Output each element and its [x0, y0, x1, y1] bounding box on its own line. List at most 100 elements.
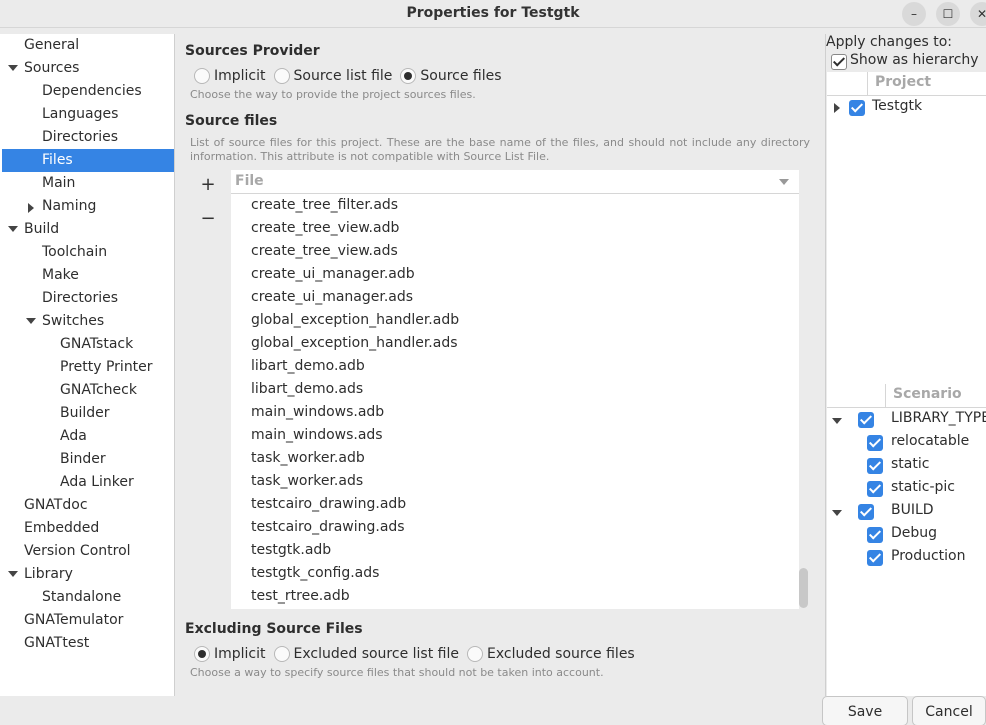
expander-down-icon[interactable]: [26, 318, 36, 324]
nav-item-gnatdoc[interactable]: GNATdoc: [2, 494, 174, 517]
radio-excl-implicit-label[interactable]: Implicit: [214, 646, 266, 662]
file-row[interactable]: main_windows.ads: [251, 424, 383, 447]
save-button[interactable]: Save: [822, 696, 908, 725]
nav-item-pretty-printer[interactable]: Pretty Printer: [2, 356, 174, 379]
file-row[interactable]: global_exception_handler.ads: [251, 332, 458, 355]
file-row[interactable]: create_ui_manager.ads: [251, 286, 413, 309]
nav-item-gnatstack[interactable]: GNATstack: [2, 333, 174, 356]
file-row[interactable]: testcairo_drawing.ads: [251, 516, 405, 539]
file-row[interactable]: task_worker.adb: [251, 447, 365, 470]
nav-item-standalone[interactable]: Standalone: [2, 586, 174, 609]
nav-item-build-directories[interactable]: Directories: [2, 287, 174, 310]
radio-excluded-list-file[interactable]: [273, 646, 290, 662]
nav-item-gnatcheck[interactable]: GNATcheck: [2, 379, 174, 402]
file-row[interactable]: testcairo_drawing.adb: [251, 493, 406, 516]
radio-implicit[interactable]: [194, 68, 210, 84]
nav-label: Ada: [60, 428, 87, 444]
file-row[interactable]: global_exception_handler.adb: [251, 309, 459, 332]
file-row[interactable]: task_worker.ads: [251, 470, 363, 493]
nav-item-version-control[interactable]: Version Control: [2, 540, 174, 563]
radio-source-files[interactable]: [400, 68, 417, 84]
file-row[interactable]: main_windows.adb: [251, 401, 384, 424]
file-row[interactable]: testgtk_config.ads: [251, 562, 379, 585]
nav-item-languages[interactable]: Languages: [2, 103, 174, 126]
nav-item-gnattest[interactable]: GNATtest: [2, 632, 174, 655]
file-row[interactable]: libart_demo.ads: [251, 378, 363, 401]
expander-right-icon[interactable]: [834, 103, 840, 113]
scenario-value-relocatable[interactable]: relocatable: [891, 433, 969, 449]
chevron-down-icon[interactable]: [779, 179, 789, 185]
expander-down-icon[interactable]: [8, 571, 18, 577]
nav-item-directories[interactable]: Directories: [2, 126, 174, 149]
radio-excl-implicit[interactable]: [194, 646, 210, 662]
scenario-value-static-pic[interactable]: static-pic: [891, 479, 955, 495]
file-row[interactable]: create_ui_manager.adb: [251, 263, 415, 286]
radio-implicit-label[interactable]: Implicit: [214, 68, 266, 84]
nav-item-files[interactable]: Files: [2, 149, 174, 172]
expander-down-icon[interactable]: [8, 226, 18, 232]
project-checkbox[interactable]: [849, 100, 865, 116]
expander-down-icon[interactable]: [8, 65, 18, 71]
scenario-var-build[interactable]: BUILD: [891, 502, 934, 518]
nav-item-main[interactable]: Main: [2, 172, 174, 195]
scenario-value-static[interactable]: static: [891, 456, 929, 472]
expander-down-icon[interactable]: [832, 510, 842, 516]
radio-source-list-file-label[interactable]: Source list file: [294, 68, 393, 84]
remove-file-button[interactable]: −: [196, 208, 220, 232]
source-files-list[interactable]: File create_tree_filter.ads create_tree_…: [231, 170, 799, 609]
file-column-header[interactable]: File: [231, 170, 799, 194]
nav-item-dependencies[interactable]: Dependencies: [2, 80, 174, 103]
file-row[interactable]: create_tree_view.adb: [251, 217, 399, 240]
scenario-checkbox[interactable]: [867, 435, 883, 451]
expander-down-icon[interactable]: [832, 418, 842, 424]
close-button[interactable]: ✕: [970, 2, 986, 26]
nav-item-toolchain[interactable]: Toolchain: [2, 241, 174, 264]
radio-excluded-list-file-label[interactable]: Excluded source list file: [294, 646, 459, 662]
scenario-checkbox[interactable]: [867, 458, 883, 474]
add-file-button[interactable]: +: [196, 174, 220, 198]
expander-right-icon[interactable]: [28, 203, 34, 213]
file-row[interactable]: test_rtree.adb: [251, 585, 350, 608]
minimize-button[interactable]: –: [902, 2, 926, 26]
nav-item-make[interactable]: Make: [2, 264, 174, 287]
nav-item-builder[interactable]: Builder: [2, 402, 174, 425]
radio-excluded-files-label[interactable]: Excluded source files: [487, 646, 635, 662]
nav-item-ada-linker[interactable]: Ada Linker: [2, 471, 174, 494]
nav-item-build[interactable]: Build: [2, 218, 174, 241]
maximize-button[interactable]: ☐: [936, 2, 960, 26]
scenario-checkbox[interactable]: [867, 527, 883, 543]
scenario-value-production[interactable]: Production: [891, 548, 965, 564]
scenario-value-debug[interactable]: Debug: [891, 525, 937, 541]
nav-item-ada[interactable]: Ada: [2, 425, 174, 448]
project-name[interactable]: Testgtk: [872, 98, 922, 114]
scenario-var-library-type[interactable]: LIBRARY_TYPE: [891, 410, 986, 426]
nav-item-naming[interactable]: Naming: [2, 195, 174, 218]
radio-source-files-label[interactable]: Source files: [420, 68, 501, 84]
nav-label: GNATemulator: [24, 612, 124, 628]
nav-item-gnatemulator[interactable]: GNATemulator: [2, 609, 174, 632]
file-list-scrollbar[interactable]: [799, 568, 808, 608]
nav-item-embedded[interactable]: Embedded: [2, 517, 174, 540]
scenario-checkbox[interactable]: [867, 550, 883, 566]
nav-item-library[interactable]: Library: [2, 563, 174, 586]
project-column-header[interactable]: Project: [875, 74, 931, 90]
nav-item-binder[interactable]: Binder: [2, 448, 174, 471]
file-row[interactable]: libart_demo.adb: [251, 355, 365, 378]
nav-item-general[interactable]: General: [2, 34, 174, 57]
scenario-column-header[interactable]: Scenario: [893, 386, 962, 402]
file-row[interactable]: testgtk.adb: [251, 539, 331, 562]
show-hierarchy-label[interactable]: Show as hierarchy: [850, 52, 979, 68]
file-row[interactable]: create_tree_view.ads: [251, 240, 398, 263]
source-files-help: List of source files for this project. T…: [190, 136, 810, 163]
nav-item-switches[interactable]: Switches: [2, 310, 174, 333]
scenario-checkbox[interactable]: [858, 412, 874, 428]
column-divider: [885, 384, 886, 407]
show-hierarchy-checkbox[interactable]: [831, 54, 847, 70]
radio-source-list-file[interactable]: [273, 68, 290, 84]
radio-excluded-files[interactable]: [466, 646, 483, 662]
cancel-button[interactable]: Cancel: [912, 696, 986, 725]
nav-item-sources[interactable]: Sources: [2, 57, 174, 80]
file-row[interactable]: create_tree_filter.ads: [251, 194, 398, 217]
scenario-checkbox[interactable]: [858, 504, 874, 520]
scenario-checkbox[interactable]: [867, 481, 883, 497]
